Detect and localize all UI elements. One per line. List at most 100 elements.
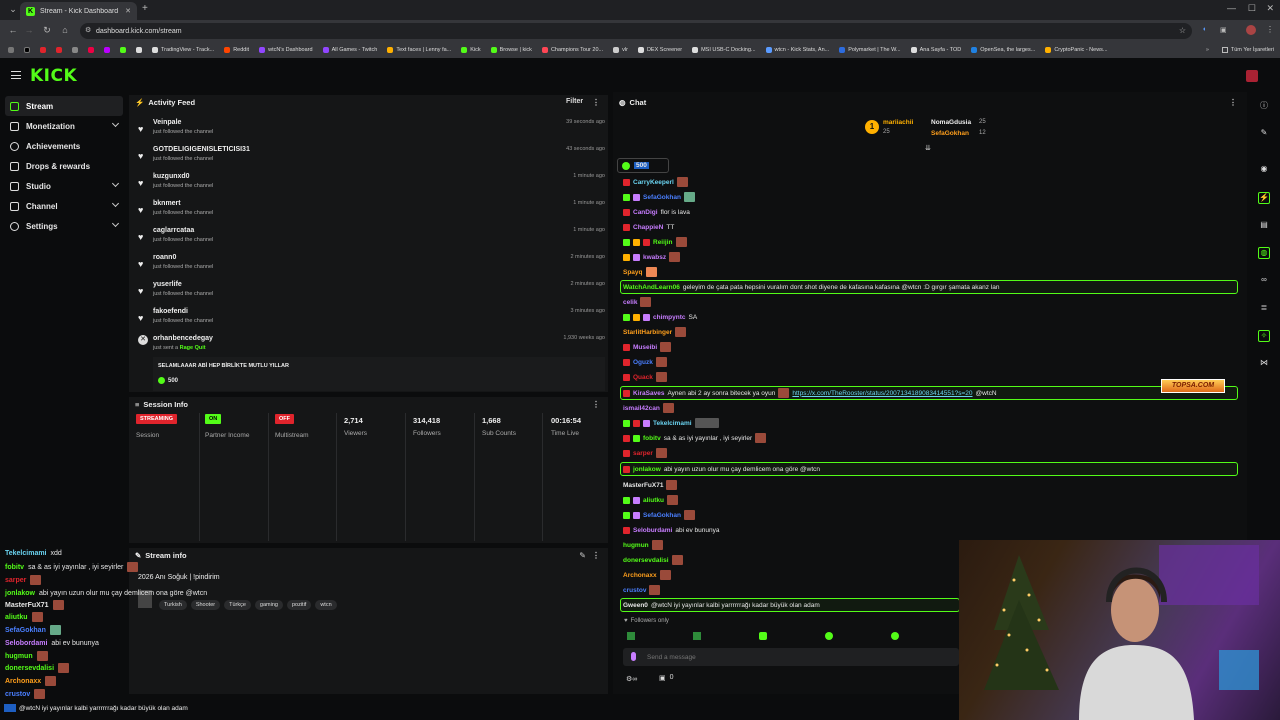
chat-settings-icon[interactable]: ⚙∞ (626, 675, 637, 683)
shortcut-icon[interactable] (56, 47, 62, 53)
apps-icon[interactable] (8, 47, 14, 53)
close-window-icon[interactable]: ✕ (1266, 3, 1274, 14)
emote (659, 570, 671, 580)
emote[interactable] (825, 632, 833, 640)
tag[interactable]: gaming (254, 600, 283, 610)
sidebar-item-studio[interactable]: Studio (0, 176, 128, 196)
emote[interactable] (891, 632, 899, 640)
sidebar-item-stream[interactable]: Stream (5, 96, 123, 116)
emote (651, 540, 663, 550)
bookmark-polymarket[interactable]: Polymarket | The W... (839, 47, 901, 53)
emote[interactable] (693, 632, 701, 640)
bookmark-reddit[interactable]: Reddit (224, 47, 249, 53)
bookmark-cryptopanic[interactable]: CryptoPanic - News... (1045, 47, 1108, 53)
kick-logo[interactable]: KICK (30, 66, 77, 86)
document-icon[interactable]: ▤ (1258, 220, 1270, 232)
forward-icon[interactable]: → (20, 25, 38, 35)
camera-icon[interactable]: ◉ (1258, 164, 1270, 176)
kebab-menu-icon[interactable]: ⋮ (1229, 98, 1237, 107)
bookmark-wtcn-dashboard[interactable]: wtcN's Dashboard (259, 47, 313, 53)
bookmark-kick[interactable]: Kick (461, 47, 481, 53)
chat-link[interactable]: https://x.com/TheRooster/status/20071341… (792, 390, 972, 397)
microphone-icon[interactable] (631, 652, 636, 661)
pencil-icon[interactable]: ✎ (1258, 128, 1270, 140)
shortcut-icon[interactable] (104, 47, 110, 53)
shortcut-icon[interactable] (72, 47, 78, 53)
bookmark-msi[interactable]: MSI USB-C Docking... (692, 47, 756, 53)
bookmark-browse-kick[interactable]: Browse | kick (490, 47, 532, 53)
browser-tab[interactable]: K Stream - Kick Dashboard ✕ (20, 2, 137, 20)
share-icon[interactable]: ⋈ (1258, 358, 1270, 370)
top-gifter-name[interactable]: SefaGokhan (931, 130, 969, 137)
edit-icon[interactable]: ✎ (579, 551, 586, 560)
sidebar-item-settings[interactable]: Settings (0, 216, 128, 236)
reload-icon[interactable]: ↻ (38, 25, 56, 36)
bookmark-kick-stats[interactable]: wtcn - Kick Stats, An... (765, 47, 829, 53)
url-field[interactable]: ⚙ dashboard.kick.com/stream ☆ (80, 23, 1192, 39)
bookmark-lenny[interactable]: Text faces | Lenny fa... (387, 47, 451, 53)
minimize-icon[interactable]: — (1227, 3, 1236, 13)
profile-avatar-icon[interactable] (1246, 25, 1256, 35)
sidebar-item-monetization[interactable]: Monetization (0, 116, 128, 136)
bookmark-champions[interactable]: Champions Tour 20... (541, 47, 603, 53)
tag[interactable]: wtcn (315, 600, 337, 610)
expand-icon[interactable]: ⇊ (925, 144, 931, 152)
close-tab-icon[interactable]: ✕ (125, 7, 131, 15)
shortcut-icon[interactable] (136, 47, 142, 53)
emote (666, 495, 678, 505)
pinned-gift-card[interactable]: 500 (617, 158, 669, 173)
sidebar-item-drops-rewards[interactable]: Drops & rewards (0, 156, 128, 176)
emote (649, 585, 661, 595)
x-icon[interactable] (24, 47, 30, 53)
tag[interactable]: Turkish (159, 600, 187, 610)
database-icon[interactable]: ≣ (1258, 303, 1270, 315)
all-bookmarks[interactable]: » Tüm Yer İşaretleri (1199, 42, 1274, 58)
top-gifter-name[interactable]: NomaGdusia (931, 119, 971, 126)
menu-icon[interactable] (11, 71, 21, 79)
emote[interactable] (627, 632, 635, 640)
wrench-icon[interactable]: ✧ (1258, 330, 1270, 342)
sidebar-item-channel[interactable]: Channel (0, 196, 128, 216)
top-gifter-count: 25 (883, 129, 890, 135)
kebab-menu-icon[interactable]: ⋮ (592, 98, 600, 107)
tag[interactable]: pozitif (286, 600, 312, 610)
youtube-icon[interactable] (40, 47, 46, 53)
kebab-menu-icon[interactable]: ⋮ (592, 400, 600, 409)
emote (655, 357, 667, 367)
extension-icon[interactable]: ◖ (1202, 26, 1206, 33)
chat-message-input[interactable] (647, 650, 947, 664)
bookmark-dexscreener[interactable]: DEX Screener (637, 47, 682, 53)
bookmark-opensea[interactable]: OpenSea, the larges... (971, 47, 1035, 53)
sidebar-item-achievements[interactable]: Achievements (0, 136, 128, 156)
channel-points[interactable]: ▣ 0 (659, 674, 674, 682)
shortcut-icon[interactable] (120, 47, 126, 53)
user-avatar[interactable] (1246, 70, 1258, 82)
emote[interactable] (759, 632, 767, 640)
bolt-icon[interactable]: ⚡ (1258, 192, 1270, 204)
bookmark-vlr[interactable]: vlr (613, 47, 628, 53)
top-gifter-name[interactable]: mariiachii (883, 119, 913, 126)
chat-bubble-icon[interactable]: ◍ (1258, 247, 1270, 259)
person-shirt (1079, 645, 1194, 720)
filter-button[interactable]: Filter (566, 98, 583, 105)
site-info-icon[interactable]: ⚙ (85, 26, 91, 34)
home-icon[interactable]: ⌂ (56, 25, 74, 35)
bookmark-star-icon[interactable]: ☆ (1179, 26, 1186, 35)
link-icon[interactable]: ∞ (1258, 275, 1270, 287)
bookmarks-overflow-icon[interactable]: » (1206, 47, 1209, 53)
shortcut-icon[interactable] (88, 47, 94, 53)
bookmark-twitch[interactable]: All Games - Twitch (322, 47, 377, 53)
chat-header: ◍ Chat (619, 97, 647, 107)
background-light (1159, 545, 1259, 605)
chat-input-box[interactable] (623, 648, 959, 666)
tag[interactable]: Shooter (190, 600, 221, 610)
tag[interactable]: Türkçe (224, 600, 251, 610)
info-icon[interactable]: ⓘ (1258, 100, 1270, 112)
bookmark-tradingview[interactable]: TradingView - Track... (152, 47, 214, 53)
new-tab-button[interactable]: + (142, 3, 148, 14)
maximize-icon[interactable]: ☐ (1248, 3, 1256, 14)
extensions-puzzle-icon[interactable]: ▣ (1220, 26, 1227, 34)
kebab-menu-icon[interactable]: ⋮ (592, 551, 600, 560)
browser-menu-icon[interactable]: ⋮ (1266, 25, 1274, 34)
bookmark-tod[interactable]: Ana Sayfa - TOD (910, 47, 961, 53)
